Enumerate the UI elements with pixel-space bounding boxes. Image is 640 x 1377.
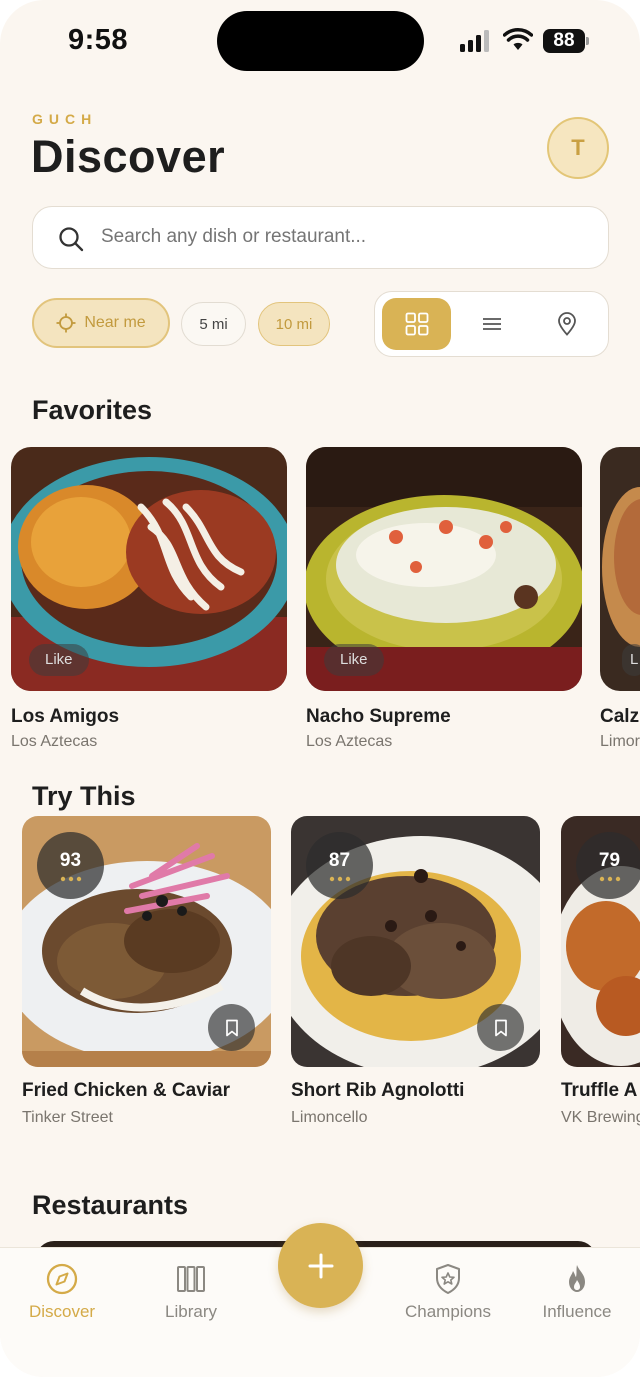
restaurant-name: VK Brewing: [561, 1109, 640, 1126]
near-me-filter[interactable]: Near me: [32, 298, 170, 348]
grid-view-button[interactable]: [382, 298, 451, 350]
dish-name: Short Rib Agnolotti: [291, 1080, 465, 1101]
score-badge: 87: [306, 832, 373, 899]
score-badge: 79: [576, 832, 640, 899]
library-icon: [177, 1266, 205, 1292]
shield-star-icon: [436, 1264, 460, 1294]
search-icon: [59, 227, 84, 252]
restaurant-name: Limor: [600, 733, 640, 750]
favorite-card[interactable]: Like: [11, 447, 287, 691]
dish-card[interactable]: 87: [291, 816, 540, 1067]
profile-avatar-button[interactable]: T: [547, 117, 609, 179]
dish-name: Los Amigos: [11, 706, 120, 727]
score-dots-icon: [329, 876, 351, 882]
crosshair-icon: [56, 313, 76, 333]
score-value: 87: [328, 850, 351, 871]
battery-indicator: 88: [543, 29, 589, 53]
tab-library[interactable]: Library: [131, 1262, 251, 1322]
compass-icon: [46, 1263, 78, 1295]
favorite-card[interactable]: Like: [306, 447, 582, 691]
grid-icon: [405, 312, 428, 336]
tab-discover[interactable]: Discover: [2, 1262, 122, 1322]
list-view-button[interactable]: [457, 298, 526, 350]
flame-icon: [569, 1265, 585, 1292]
cellular-signal-icon: [460, 30, 489, 52]
page-title: Discover: [31, 131, 226, 182]
distance-10mi-filter[interactable]: 10 mi: [258, 302, 330, 346]
plus-icon: [308, 1253, 333, 1278]
dish-card[interactable]: 93: [22, 816, 271, 1067]
battery-level: 88: [543, 29, 585, 53]
dish-name: Calz: [600, 706, 640, 727]
map-pin-icon: [557, 312, 576, 336]
distance-5mi-filter[interactable]: 5 mi: [181, 302, 246, 346]
bookmark-button[interactable]: [477, 1004, 524, 1051]
score-dots-icon: [599, 876, 621, 882]
restaurant-name: Los Aztecas: [306, 733, 393, 750]
list-icon: [482, 318, 501, 330]
add-dish-button[interactable]: [278, 1223, 363, 1308]
favorite-card[interactable]: L: [600, 447, 640, 691]
dish-name: Fried Chicken & Caviar: [22, 1080, 231, 1101]
dish-name: Truffle A: [561, 1080, 638, 1101]
view-mode-toggle: [374, 291, 609, 357]
bookmark-button[interactable]: [208, 1004, 255, 1051]
restaurant-name: Los Aztecas: [11, 733, 98, 750]
app-screen: 9:58 88 GUCH Discover T Near m: [0, 0, 640, 1377]
dish-card[interactable]: 79: [561, 816, 640, 1067]
near-me-label: Near me: [84, 314, 146, 331]
score-dots-icon: [60, 876, 82, 882]
tab-discover-label: Discover: [28, 1302, 96, 1321]
search-bar[interactable]: [32, 206, 609, 269]
tab-champions-label: Champions: [405, 1302, 491, 1321]
rating-badge: Like: [324, 644, 384, 676]
tab-influence[interactable]: Influence: [517, 1262, 637, 1322]
score-badge: 93: [37, 832, 104, 899]
status-time: 9:58: [68, 24, 129, 56]
restaurants-heading: Restaurants: [32, 1190, 189, 1220]
try-this-heading: Try This: [32, 781, 136, 811]
tab-library-label: Library: [165, 1302, 217, 1321]
rating-badge: L: [622, 644, 640, 676]
search-input[interactable]: [101, 207, 581, 267]
wifi-icon: [503, 28, 533, 50]
score-value: 93: [59, 850, 82, 871]
bookmark-icon: [225, 1019, 238, 1036]
bookmark-icon: [494, 1019, 507, 1036]
rating-badge: Like: [29, 644, 89, 676]
restaurant-name: Limoncello: [291, 1109, 368, 1126]
restaurant-name: Tinker Street: [22, 1109, 113, 1126]
favorites-heading: Favorites: [32, 395, 153, 425]
map-view-button[interactable]: [532, 298, 601, 350]
tab-champions[interactable]: Champions: [388, 1262, 508, 1322]
brand-label: GUCH: [32, 111, 98, 127]
tab-influence-label: Influence: [542, 1302, 612, 1321]
dish-name: Nacho Supreme: [306, 706, 451, 727]
dynamic-island: [217, 11, 424, 71]
score-value: 79: [598, 850, 621, 871]
